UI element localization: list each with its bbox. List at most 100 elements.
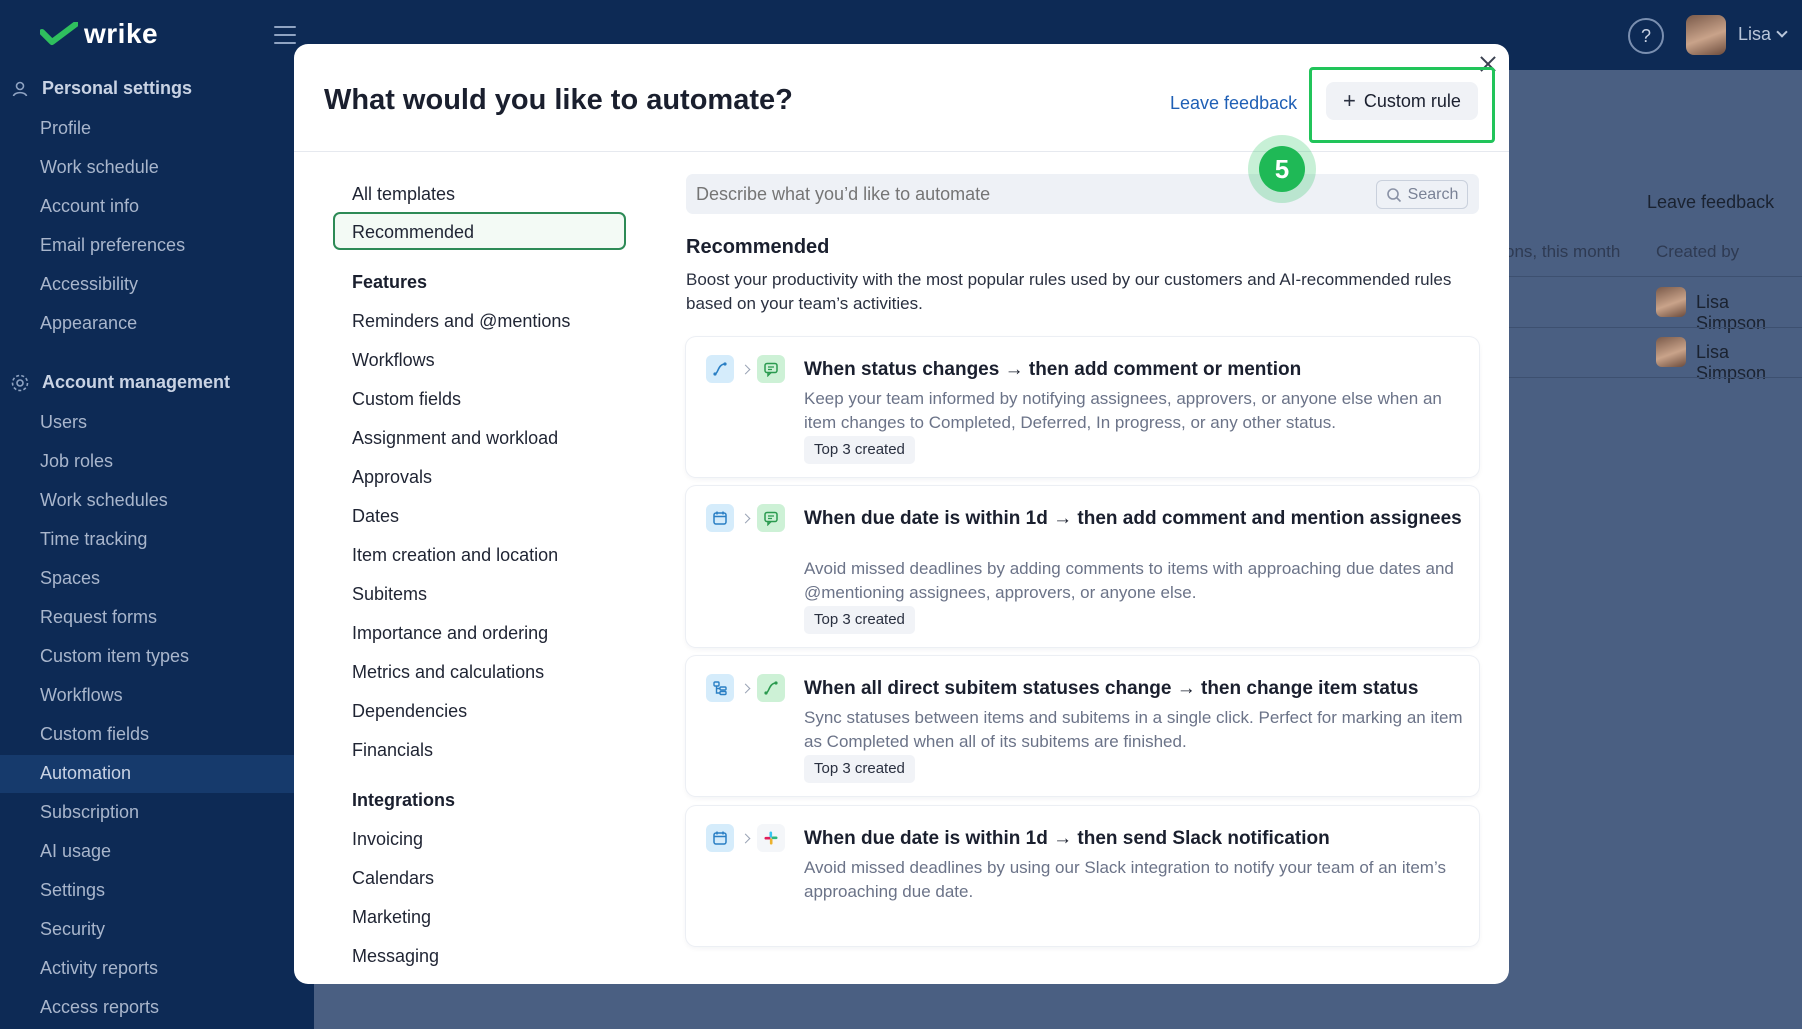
sidebar-item-activity-reports[interactable]: Activity reports	[40, 958, 158, 979]
comment-icon	[757, 355, 785, 383]
category-calendars[interactable]: Calendars	[352, 868, 434, 889]
category-marketing[interactable]: Marketing	[352, 907, 431, 928]
card-description: Avoid missed deadlines by adding comment…	[804, 559, 1454, 602]
category-all-templates[interactable]: All templates	[352, 184, 455, 205]
subitems-icon	[706, 674, 734, 702]
sidebar-item-custom-item-types[interactable]: Custom item types	[40, 646, 189, 667]
category-item-creation-location[interactable]: Item creation and location	[352, 545, 558, 566]
sidebar-item-workflows[interactable]: Workflows	[40, 685, 123, 706]
sidebar-item-users[interactable]: Users	[40, 412, 87, 433]
calendar-icon	[706, 504, 734, 532]
template-card[interactable]: When due date is within 1d → then add co…	[686, 486, 1479, 647]
category-recommended[interactable]: Recommended	[333, 212, 626, 250]
card-icons	[706, 824, 785, 852]
category-financials[interactable]: Financials	[352, 740, 433, 761]
category-dates[interactable]: Dates	[352, 506, 399, 527]
category-custom-fields[interactable]: Custom fields	[352, 389, 461, 410]
avatar	[1656, 287, 1686, 317]
menu-toggle-icon[interactable]	[274, 26, 296, 44]
card-description: Keep your team informed by notifying ass…	[804, 389, 1442, 432]
category-approvals[interactable]: Approvals	[352, 467, 432, 488]
category-messaging[interactable]: Messaging	[352, 946, 439, 967]
status-badge: Top 3 created	[804, 436, 915, 464]
category-metrics-calculations[interactable]: Metrics and calculations	[352, 662, 544, 683]
template-card[interactable]: When all direct subitem statuses change …	[686, 656, 1479, 796]
avatar[interactable]	[1686, 15, 1726, 55]
calendar-icon	[706, 824, 734, 852]
chevron-right-icon	[740, 833, 751, 843]
sidebar-item-subscription[interactable]: Subscription	[40, 802, 139, 823]
personal-settings-header: Personal settings	[10, 78, 192, 99]
card-title: When due date is within 1d → then send S…	[804, 828, 1330, 849]
gear-icon	[10, 373, 30, 393]
status-change-icon	[757, 674, 785, 702]
section-title: Recommended	[686, 236, 830, 258]
template-card[interactable]: When status changes → then add comment o…	[686, 337, 1479, 477]
sidebar: wrike Personal settings Profile Work sch…	[0, 0, 314, 1029]
status-badge: Top 3 created	[804, 755, 915, 783]
avatar	[1656, 337, 1686, 367]
sidebar-item-account-info[interactable]: Account info	[40, 196, 139, 217]
background-column-created-by: Created by	[1656, 242, 1740, 261]
chevron-right-icon	[740, 683, 751, 693]
card-description: Avoid missed deadlines by using our Slac…	[804, 858, 1446, 901]
status-change-icon	[706, 355, 734, 383]
person-icon	[10, 79, 30, 99]
features-heading: Features	[352, 272, 428, 292]
category-assignment-workload[interactable]: Assignment and workload	[352, 428, 558, 449]
search-bar: Search	[686, 174, 1479, 214]
divider	[1490, 377, 1802, 378]
card-description: Sync statuses between items and subitems…	[804, 708, 1463, 751]
template-card[interactable]: When due date is within 1d → then send S…	[686, 806, 1479, 946]
background-leave-feedback: Leave feedback	[1647, 192, 1775, 212]
account-management-header: Account management	[10, 372, 230, 393]
sidebar-item-custom-fields[interactable]: Custom fields	[40, 724, 149, 745]
brand-name: wrike	[84, 18, 159, 49]
sidebar-item-security[interactable]: Security	[40, 919, 105, 940]
card-icons	[706, 504, 785, 532]
sidebar-item-work-schedule[interactable]: Work schedule	[40, 157, 159, 178]
card-icons	[706, 674, 785, 702]
sidebar-item-access-reports[interactable]: Access reports	[40, 997, 159, 1018]
category-importance-ordering[interactable]: Importance and ordering	[352, 623, 548, 644]
divider	[1490, 276, 1802, 277]
sidebar-item-accessibility[interactable]: Accessibility	[40, 274, 138, 295]
chevron-right-icon	[740, 364, 751, 374]
status-badge: Top 3 created	[804, 606, 915, 634]
sidebar-item-settings[interactable]: Settings	[40, 880, 105, 901]
search-input[interactable]	[696, 184, 1296, 205]
slack-icon	[757, 824, 785, 852]
card-icons	[706, 355, 785, 383]
sidebar-item-time-tracking[interactable]: Time tracking	[40, 529, 147, 550]
wrike-check-icon	[40, 22, 78, 45]
card-title: When status changes → then add comment o…	[804, 359, 1302, 380]
sidebar-item-job-roles[interactable]: Job roles	[40, 451, 113, 472]
search-icon	[1386, 187, 1401, 202]
sidebar-item-work-schedules[interactable]: Work schedules	[40, 490, 168, 511]
sidebar-item-email-preferences[interactable]: Email preferences	[40, 235, 185, 256]
section-description: Boost your productivity with the most po…	[686, 270, 1452, 313]
category-reminders-mentions[interactable]: Reminders and @mentions	[352, 311, 570, 332]
background-column-header: ons, this month	[1505, 242, 1621, 261]
help-icon[interactable]: ?	[1628, 18, 1664, 54]
sidebar-item-ai-usage[interactable]: AI usage	[40, 841, 111, 862]
step-number-badge: 5	[1259, 146, 1305, 192]
sidebar-item-profile[interactable]: Profile	[40, 118, 91, 139]
chevron-right-icon	[740, 513, 751, 523]
dialog-title: What would you like to automate?	[324, 84, 793, 116]
sidebar-item-appearance[interactable]: Appearance	[40, 313, 137, 334]
sidebar-item-spaces[interactable]: Spaces	[40, 568, 100, 589]
wrike-logo[interactable]: wrike	[40, 18, 158, 50]
integrations-heading: Integrations	[352, 790, 456, 810]
comment-icon	[757, 504, 785, 532]
leave-feedback-link[interactable]: Leave feedback	[1170, 93, 1297, 114]
card-title: When due date is within 1d → then add co…	[804, 508, 1462, 529]
category-workflows[interactable]: Workflows	[352, 350, 435, 371]
category-invoicing[interactable]: Invoicing	[352, 829, 423, 850]
sidebar-item-automation[interactable]: Automation	[40, 763, 131, 784]
category-dependencies[interactable]: Dependencies	[352, 701, 467, 722]
category-subitems[interactable]: Subitems	[352, 584, 427, 605]
search-button[interactable]: Search	[1376, 180, 1468, 209]
sidebar-item-request-forms[interactable]: Request forms	[40, 607, 157, 628]
user-name[interactable]: Lisa	[1738, 24, 1771, 45]
